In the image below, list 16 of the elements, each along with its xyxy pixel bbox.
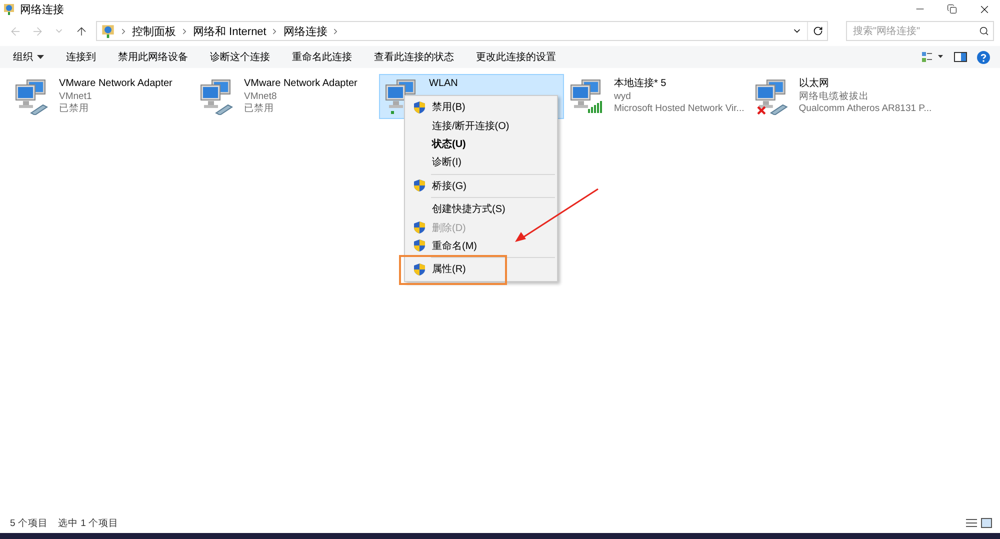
adapter-name: WLAN — [429, 78, 458, 90]
adapter-network: VMnet8 — [244, 90, 277, 103]
adapter-network: VMnet1 — [59, 90, 92, 103]
adapter-network: wyd — [614, 90, 631, 103]
adapter-name: 以太网 — [798, 78, 829, 90]
adapter-name: VMware Network Adapter — [244, 78, 358, 90]
adapter-network: 网络电缆被拔出 — [798, 90, 869, 103]
adapter-status: 已禁用 — [244, 103, 274, 116]
adapter-status: Microsoft Hosted Network Vir... — [614, 103, 744, 116]
adapter-name: 本地连接* 5 — [614, 78, 666, 90]
adapter-status: Qualcomm Atheros AR8131 P... — [798, 103, 932, 116]
adapter-status: 已禁用 — [59, 103, 89, 116]
adapter-name: VMware Network Adapter — [59, 78, 172, 90]
window-title: 网络连接 — [20, 2, 64, 16]
selection-count: 选中 1 个项目 — [58, 516, 118, 530]
item-count: 5 个项目 — [10, 516, 48, 530]
